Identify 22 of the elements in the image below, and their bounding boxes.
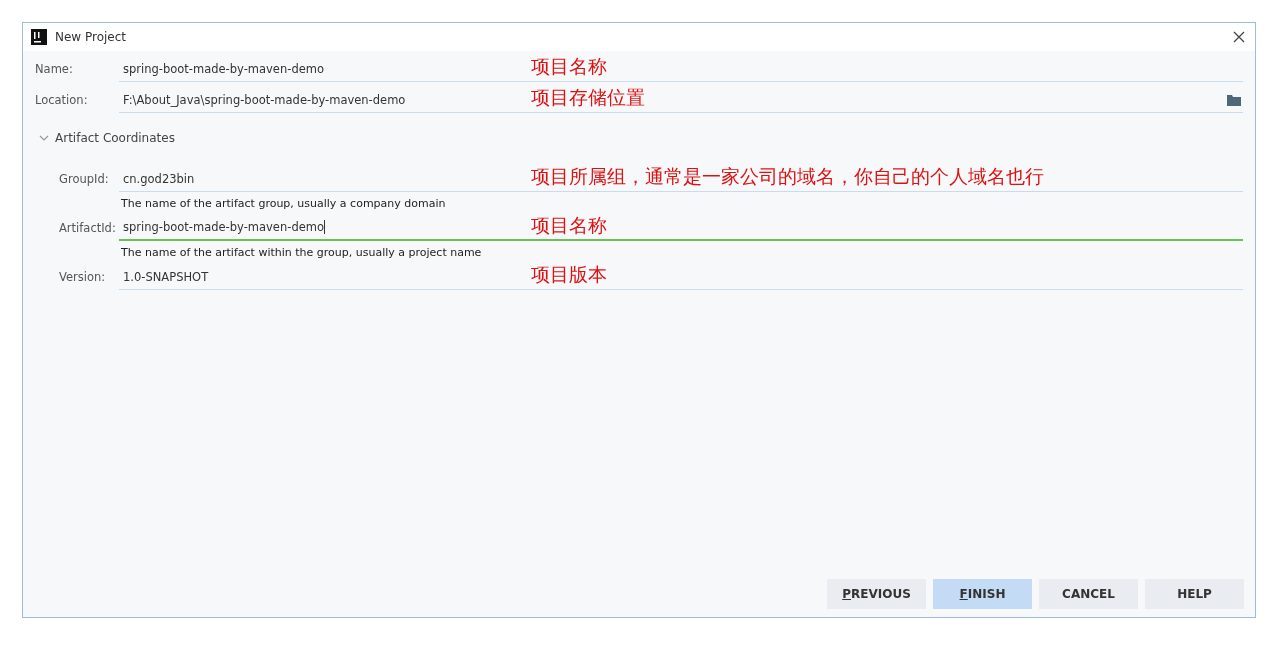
hint-text: The name of the artifact within the group, usually a project name xyxy=(121,245,483,259)
window-title: New Project xyxy=(55,30,128,44)
dialog-button[interactable]: FINISH xyxy=(933,579,1032,609)
field-label: ArtifactId: xyxy=(58,221,117,237)
field-label: Version: xyxy=(58,270,107,286)
annotation-text: 项目名称 xyxy=(531,213,607,238)
app-logo-icon xyxy=(31,29,47,45)
annotation-text: 项目名称 xyxy=(531,54,607,79)
dialog-button[interactable]: HELP xyxy=(1145,579,1244,609)
annotation-text: 项目版本 xyxy=(531,262,607,287)
section-title[interactable]: Artifact Coordinates xyxy=(55,131,175,145)
close-icon[interactable] xyxy=(1233,31,1245,43)
annotation-text: 项目所属组，通常是一家公司的域名，你自己的个人域名也行 xyxy=(531,164,1044,189)
chevron-icon[interactable] xyxy=(39,134,49,142)
folder-icon[interactable] xyxy=(1227,94,1241,106)
field-label: GroupId: xyxy=(58,172,110,188)
dialog-button[interactable]: CANCEL xyxy=(1039,579,1138,609)
hint-text: The name of the artifact group, usually a company domain xyxy=(121,196,447,210)
field-label: Location: xyxy=(35,93,89,109)
field-label: Name: xyxy=(35,62,74,78)
dialog-button[interactable]: PREVIOUS xyxy=(827,579,926,609)
annotation-text: 项目存储位置 xyxy=(531,85,645,110)
